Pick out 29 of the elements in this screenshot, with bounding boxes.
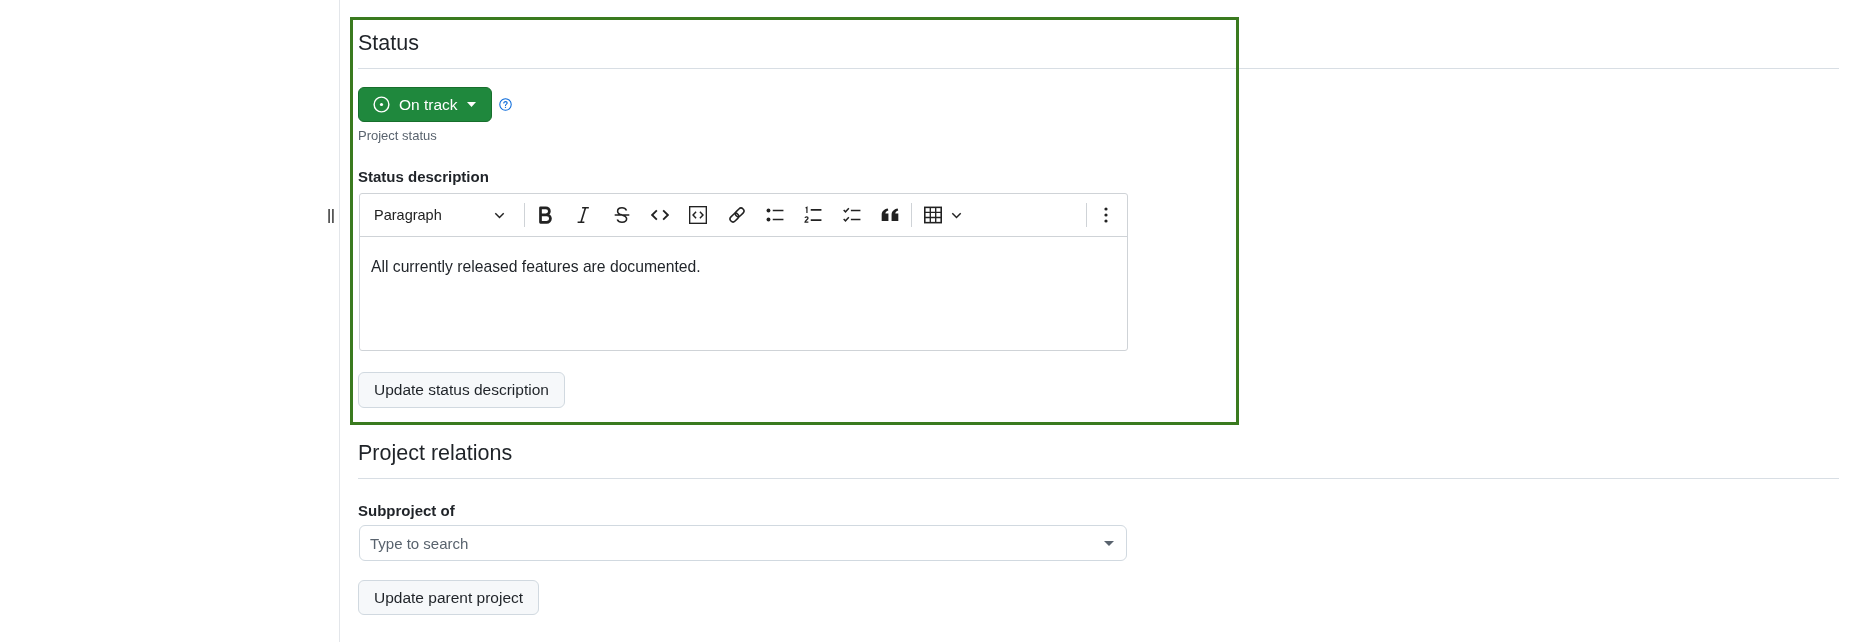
resize-handle-icon[interactable] xyxy=(328,209,334,223)
block-format-dropdown[interactable]: Paragraph xyxy=(366,199,510,231)
update-parent-project-button[interactable]: Update parent project xyxy=(358,580,540,615)
field-label: Status description xyxy=(358,167,489,187)
strikethrough-icon[interactable] xyxy=(612,206,631,224)
caret-down-icon xyxy=(1104,540,1114,546)
section-heading: Project relations xyxy=(358,440,513,467)
chevron-down-icon[interactable] xyxy=(950,211,962,219)
search-select-field[interactable]: Type to search xyxy=(359,525,1127,561)
field-label: Subproject of xyxy=(358,501,455,521)
numbered-list-icon[interactable] xyxy=(804,206,823,224)
editor-text: All currently released features are documented. xyxy=(371,257,701,277)
code-block-icon[interactable] xyxy=(689,206,708,224)
link-icon[interactable] xyxy=(727,206,746,224)
caret-down-icon xyxy=(466,102,476,107)
section-heading: Status xyxy=(358,30,419,57)
rich-text-editor[interactable]: Paragraph All currently released features are documented. xyxy=(359,193,1128,351)
help-icon[interactable] xyxy=(498,98,512,111)
chevron-down-icon xyxy=(494,211,505,219)
field-caption: Project status xyxy=(358,127,437,145)
quote-icon[interactable] xyxy=(880,206,899,224)
status-dropdown-button[interactable]: On track xyxy=(358,87,492,122)
bold-icon[interactable] xyxy=(536,206,555,224)
bulleted-list-icon[interactable] xyxy=(765,206,784,224)
circle-dot-icon xyxy=(373,96,390,113)
checklist-icon[interactable] xyxy=(842,206,861,224)
more-options-icon[interactable] xyxy=(1104,207,1108,223)
table-icon[interactable] xyxy=(923,206,942,224)
update-status-description-button[interactable]: Update status description xyxy=(358,372,565,408)
